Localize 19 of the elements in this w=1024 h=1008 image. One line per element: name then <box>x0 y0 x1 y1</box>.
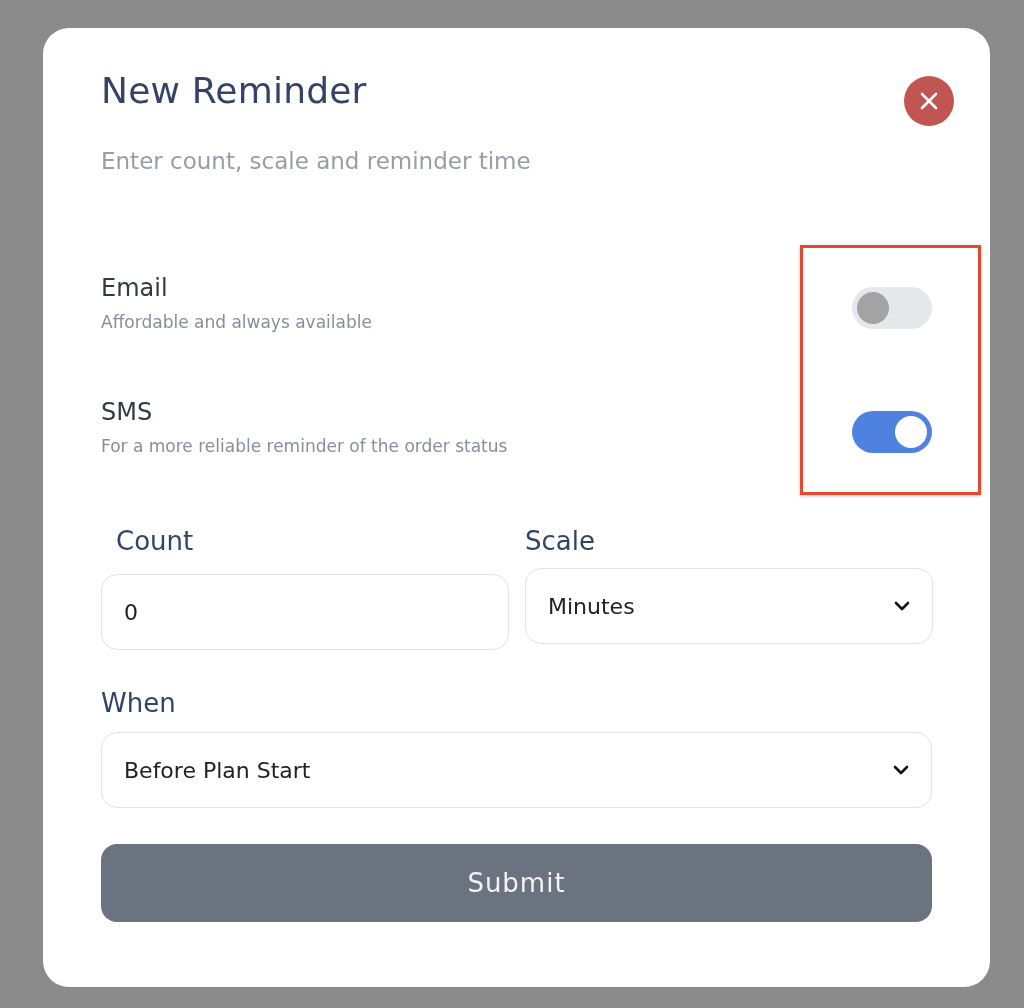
dialog-title: New Reminder <box>101 70 367 111</box>
chevron-down-icon <box>894 601 910 611</box>
chevron-down-icon <box>893 765 909 775</box>
close-icon <box>920 92 938 110</box>
option-label: Email <box>101 274 169 302</box>
option-description: For a more reliable reminder of the order status <box>101 436 508 456</box>
toggle-switch[interactable] <box>852 287 932 329</box>
option-description: Affordable and always available <box>101 312 372 332</box>
close-button[interactable] <box>904 76 954 126</box>
dialog-subtitle: Enter count, scale and reminder time <box>101 148 532 174</box>
field-label: Scale <box>525 526 596 556</box>
count-field[interactable]: 0 <box>101 574 509 650</box>
field-label: Count <box>115 526 195 556</box>
toggle-switch[interactable] <box>852 411 932 453</box>
option-label: SMS <box>101 398 154 426</box>
when-dropdown[interactable]: Before Plan Start <box>101 732 932 808</box>
scale-dropdown[interactable]: Minutes <box>525 568 933 644</box>
submit-button[interactable]: Submit <box>101 844 932 922</box>
field-label: When <box>101 688 177 718</box>
